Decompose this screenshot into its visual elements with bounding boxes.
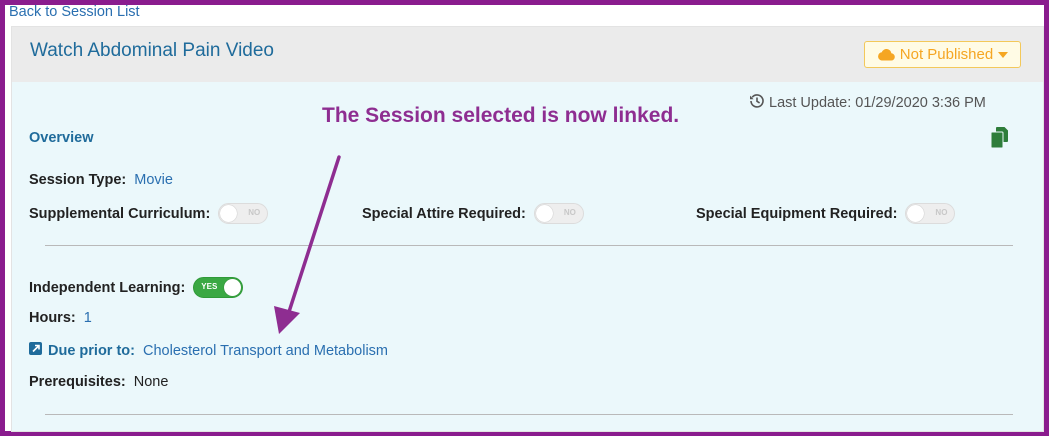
annotation-arrow [274,155,341,334]
